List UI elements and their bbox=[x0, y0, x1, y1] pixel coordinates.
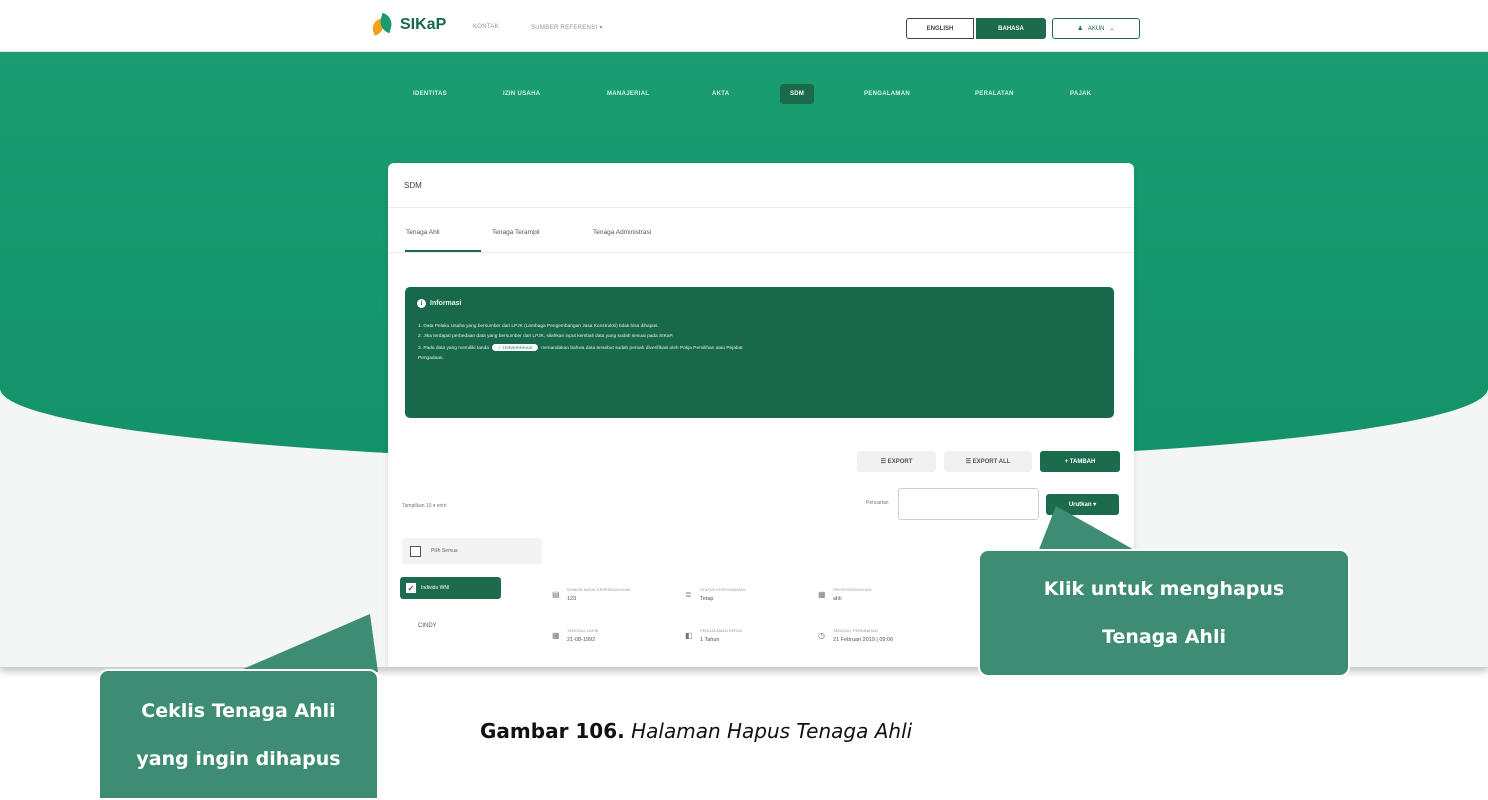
menu-manajerial[interactable]: MANAJERIAL bbox=[607, 91, 649, 97]
field-label: PENGALAMAN KERJA bbox=[700, 628, 742, 633]
account-label: AKUN bbox=[1087, 25, 1105, 32]
checkmark-icon: ✓ bbox=[406, 583, 416, 593]
info-line-4: Pengadaan. bbox=[418, 356, 444, 361]
callout-text: Klik untuk menghapus bbox=[1043, 578, 1285, 600]
nav-link-sumber-referensi[interactable]: SUMBER REFERENSI ▾ bbox=[531, 24, 603, 31]
profession-icon: ▦ bbox=[818, 590, 826, 599]
field-value: Tetap bbox=[700, 596, 714, 602]
info-icon: i bbox=[417, 299, 426, 308]
clock-icon: ◷ bbox=[818, 631, 825, 640]
divider bbox=[388, 252, 1134, 253]
menu-akta[interactable]: AKTA bbox=[712, 91, 729, 97]
field-value: 21-08-1992 bbox=[567, 637, 596, 643]
card-title: SDM bbox=[404, 181, 422, 190]
menu-identitas[interactable]: IDENTITAS bbox=[413, 91, 447, 97]
info-line-3-end: menandakan bahwa data tersebut sudah per… bbox=[541, 346, 743, 351]
info-line-1: 1. Data Pelaku Usaha yang bersumber dari… bbox=[418, 324, 659, 329]
caption-title: Halaman Hapus Tenaga Ahli bbox=[631, 719, 913, 743]
caption-label: Gambar 106. bbox=[480, 719, 625, 743]
experience-icon: ◧ bbox=[685, 631, 693, 640]
info-line-3: 3. Pada data yang memiliki tanda ✓ TERVER… bbox=[418, 344, 743, 351]
field-label: PROFESI/KEAHLIAN bbox=[833, 587, 872, 592]
status-icon: ≣ bbox=[685, 590, 692, 599]
field-label: TANGGAL PERUBAHAN bbox=[833, 628, 878, 633]
chevron-down-icon: ⌄ bbox=[1109, 26, 1115, 32]
callout-pointer-left bbox=[236, 614, 378, 672]
brand-logo[interactable]: SIKaP bbox=[369, 12, 447, 36]
lang-bahasa-button[interactable]: BAHASA bbox=[976, 18, 1046, 39]
calendar-icon: ▦ bbox=[552, 631, 560, 640]
row-type-label: Individu WNI bbox=[421, 585, 450, 591]
tab-tenaga-administrasi[interactable]: Tenaga Administrasi bbox=[593, 229, 651, 236]
export-all-button[interactable]: ☰ EXPORT ALL bbox=[944, 451, 1032, 472]
field-value: 21 Februari 2019 | 09:06 bbox=[833, 637, 894, 643]
menu-izin-usaha[interactable]: IZIN USAHA bbox=[503, 91, 540, 97]
field-value: 1 Tahun bbox=[700, 637, 720, 643]
field-value: ahli bbox=[833, 596, 842, 602]
user-icon: ♟ bbox=[1077, 26, 1083, 32]
info-box: i Informasi 1. Data Pelaku Usaha yang be… bbox=[405, 287, 1114, 418]
account-button[interactable]: ♟ AKUN ⌄ bbox=[1052, 18, 1140, 39]
callout-text: yang ingin dihapus bbox=[136, 747, 341, 770]
select-all-label: Pilih Semua bbox=[431, 548, 458, 554]
verified-badge: ✓ TERVERIFIKASI bbox=[491, 344, 539, 351]
row-name: CINDY bbox=[418, 623, 437, 629]
tab-tenaga-ahli[interactable]: Tenaga Ahli bbox=[406, 229, 440, 236]
brand-name: SIKaP bbox=[400, 16, 447, 33]
callout-check-hint: Ceklis Tenaga Ahli yang ingin dihapus bbox=[98, 669, 379, 800]
figure-caption: Gambar 106. Halaman Hapus Tenaga Ahli bbox=[480, 719, 912, 743]
add-button[interactable]: + TAMBAH bbox=[1040, 451, 1120, 472]
callout-text: Ceklis Tenaga Ahli bbox=[141, 699, 336, 722]
menu-sdm[interactable]: SDM bbox=[780, 84, 815, 104]
select-all-row[interactable]: Pilih Semua bbox=[402, 538, 542, 564]
id-card-icon: ▤ bbox=[552, 590, 560, 599]
callout-delete-hint: Klik untuk menghapus Tenaga Ahli bbox=[978, 549, 1350, 677]
info-line-2: 2. Jika terdapat perbedaan data yang ber… bbox=[418, 334, 674, 339]
divider bbox=[388, 207, 1134, 208]
field-label: TANGGAL LAHIR bbox=[567, 628, 599, 633]
info-title: i Informasi bbox=[417, 299, 462, 308]
export-button[interactable]: ☰ EXPORT bbox=[857, 451, 936, 472]
leaf-logo-icon bbox=[369, 12, 395, 36]
info-line-3-start: 3. Pada data yang memiliki tanda bbox=[418, 346, 489, 351]
field-label: NOMOR INDUK KEPENDUDUKAN bbox=[567, 587, 631, 592]
field-label: STATUS KEPEGAWAIAN bbox=[700, 587, 746, 592]
nav-link-kontak[interactable]: KONTAK bbox=[473, 24, 499, 30]
menu-pengalaman[interactable]: PENGALAMAN bbox=[864, 91, 910, 97]
field-value: 123 bbox=[567, 596, 577, 602]
top-bar: SIKaP KONTAK SUMBER REFERENSI ▾ ENGLISH … bbox=[0, 0, 1488, 52]
row-select-checkbox[interactable]: ✓ Individu WNI bbox=[400, 577, 501, 599]
menu-pajak[interactable]: PAJAK bbox=[1070, 91, 1091, 97]
search-input[interactable] bbox=[898, 488, 1039, 520]
menu-peralatan[interactable]: PERALATAN bbox=[975, 91, 1014, 97]
search-label: Pencarian bbox=[866, 500, 889, 506]
select-all-checkbox[interactable] bbox=[410, 545, 421, 557]
tab-tenaga-terampil[interactable]: Tenaga Terampil bbox=[492, 229, 540, 236]
entries-per-page-select[interactable]: Tampilkan 10 ▾ entri bbox=[402, 503, 446, 509]
info-title-text: Informasi bbox=[430, 300, 462, 307]
lang-english-button[interactable]: ENGLISH bbox=[906, 18, 974, 39]
callout-text: Tenaga Ahli bbox=[1102, 626, 1226, 648]
callout-pointer-right bbox=[1038, 506, 1138, 552]
